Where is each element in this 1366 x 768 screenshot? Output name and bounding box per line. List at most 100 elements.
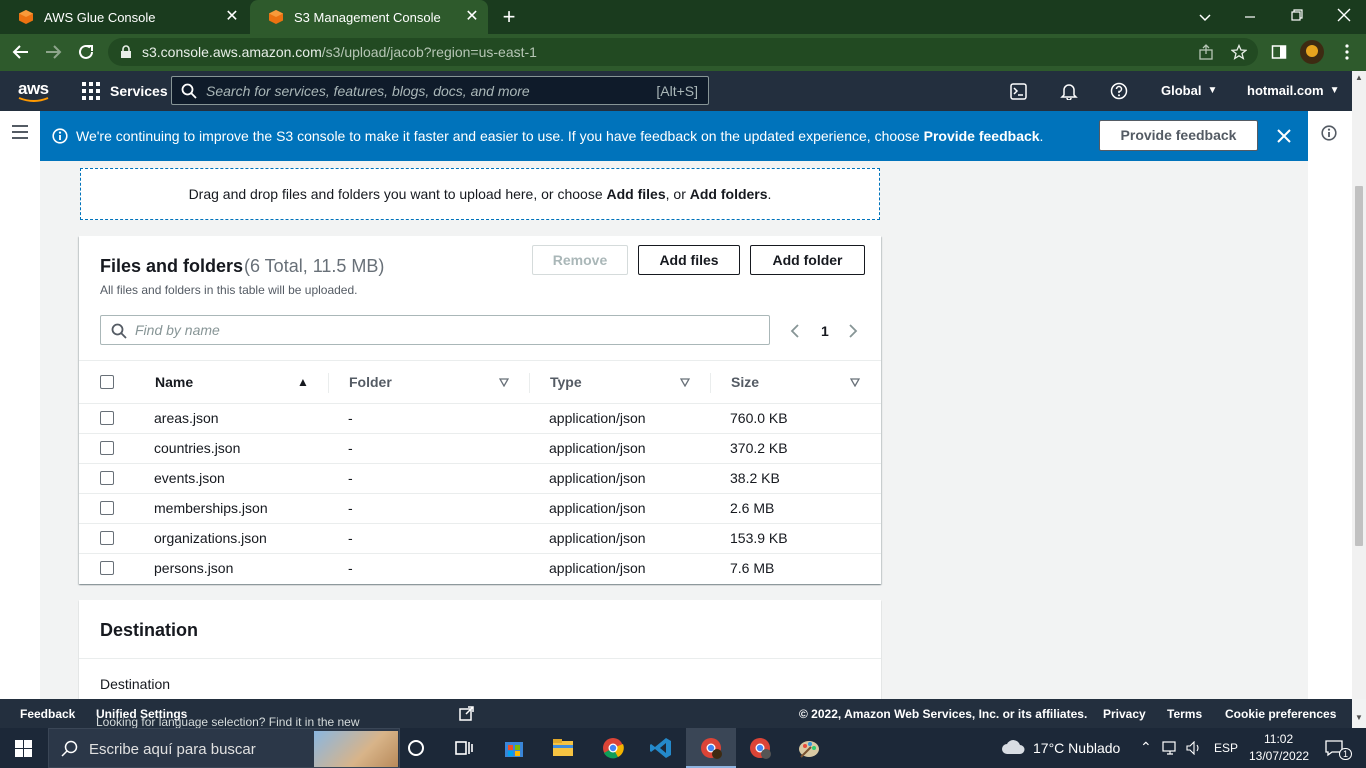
close-icon[interactable]: ✕	[464, 9, 480, 25]
weather-text[interactable]: 17°C Nublado	[1033, 740, 1120, 756]
language-text: Looking for language selection? Find it …	[96, 707, 360, 729]
external-link-icon[interactable]	[459, 706, 474, 721]
info-icon[interactable]	[1321, 125, 1337, 141]
table-row[interactable]: areas.json - application/json 760.0 KB	[79, 404, 881, 434]
hamburger-menu-icon[interactable]	[12, 125, 28, 139]
cortana-icon[interactable]	[404, 736, 428, 760]
column-header-type[interactable]: Type	[550, 374, 582, 390]
file-explorer-icon[interactable]	[551, 736, 575, 760]
scroll-up-icon[interactable]: ▲	[1355, 73, 1363, 82]
table-row[interactable]: persons.json - application/json 7.6 MB	[79, 554, 881, 584]
share-icon[interactable]	[1198, 44, 1214, 60]
chevron-down-icon[interactable]	[1198, 10, 1212, 24]
close-window-icon[interactable]	[1336, 7, 1352, 23]
row-checkbox[interactable]	[100, 441, 114, 455]
chrome-profile-icon	[701, 738, 722, 759]
cloud-weather-icon[interactable]	[1000, 738, 1026, 756]
side-panel-icon[interactable]	[1271, 44, 1287, 60]
add-folder-button[interactable]: Add folder	[750, 245, 865, 275]
chrome-icon[interactable]	[601, 736, 625, 760]
tab-aws-glue[interactable]: AWS Glue Console ✕	[0, 0, 248, 34]
page-scrollbar[interactable]: ▲ ▼	[1352, 71, 1366, 722]
network-icon[interactable]	[1162, 741, 1180, 755]
add-files-button[interactable]: Add files	[638, 245, 740, 275]
url-text: s3.console.aws.amazon.com/s3/upload/jaco…	[142, 44, 537, 60]
back-arrow-icon[interactable]	[12, 43, 30, 61]
bell-icon[interactable]	[1060, 82, 1078, 100]
find-by-name-input[interactable]: Find by name	[100, 315, 770, 345]
new-tab-button[interactable]: +	[498, 6, 520, 28]
services-menu[interactable]: Services	[82, 81, 168, 101]
current-page[interactable]: 1	[821, 323, 829, 339]
vscode-icon[interactable]	[649, 736, 673, 760]
paint-icon[interactable]	[797, 736, 821, 760]
profile-avatar[interactable]	[1300, 40, 1324, 64]
side-navigation	[0, 111, 40, 699]
row-checkbox[interactable]	[100, 531, 114, 545]
table-row[interactable]: memberships.json - application/json 2.6 …	[79, 494, 881, 524]
panel-description: All files and folders in this table will…	[100, 283, 358, 297]
table-row[interactable]: countries.json - application/json 370.2 …	[79, 434, 881, 464]
reload-icon[interactable]	[77, 43, 95, 61]
scroll-down-icon[interactable]: ▼	[1355, 713, 1363, 722]
close-icon[interactable]: ✕	[224, 9, 240, 25]
row-checkbox[interactable]	[100, 561, 114, 575]
cookie-preferences-link[interactable]: Cookie preferences	[1225, 707, 1336, 721]
star-icon[interactable]	[1231, 44, 1247, 60]
terms-link[interactable]: Terms	[1167, 707, 1202, 721]
input-language[interactable]: ESP	[1214, 741, 1238, 755]
more-vert-icon[interactable]	[1338, 43, 1356, 61]
dropzone-add-folders: Add folders	[689, 186, 768, 202]
upload-dropzone[interactable]: Drag and drop files and folders you want…	[80, 168, 880, 220]
sort-icon[interactable]	[499, 378, 509, 387]
destination-panel: Destination Destination	[79, 600, 881, 710]
minimize-icon[interactable]	[1243, 10, 1257, 24]
sort-icon[interactable]	[850, 378, 860, 387]
scrollbar-thumb[interactable]	[1355, 186, 1363, 546]
panel-count: (6 Total, 11.5 MB)	[244, 256, 385, 276]
account-menu[interactable]: hotmail.com ▼	[1247, 83, 1339, 98]
tab-s3-management[interactable]: S3 Management Console ✕	[250, 0, 488, 34]
region-selector[interactable]: Global ▼	[1161, 83, 1217, 98]
feedback-link[interactable]: Feedback	[20, 707, 75, 721]
row-checkbox[interactable]	[100, 471, 114, 485]
task-view-icon[interactable]	[452, 736, 476, 760]
provide-feedback-button[interactable]: Provide feedback	[1099, 120, 1258, 151]
table-row[interactable]: organizations.json - application/json 15…	[79, 524, 881, 554]
sort-ascending-icon[interactable]: ▲	[297, 375, 309, 389]
aws-logo[interactable]: aws	[18, 79, 50, 103]
column-header-name[interactable]: Name	[155, 374, 193, 390]
main-content: Drag and drop files and folders you want…	[40, 161, 1308, 710]
select-all-checkbox[interactable]	[100, 375, 114, 389]
taskbar-active-app[interactable]	[686, 728, 736, 768]
forward-arrow-icon[interactable]	[44, 43, 62, 61]
remove-button[interactable]: Remove	[532, 245, 628, 275]
file-type: application/json	[549, 410, 646, 426]
search-icon	[61, 740, 78, 757]
row-checkbox[interactable]	[100, 411, 114, 425]
clock-time[interactable]: 11:02	[1264, 732, 1293, 746]
sort-icon[interactable]	[680, 378, 690, 387]
address-bar[interactable]: s3.console.aws.amazon.com/s3/upload/jaco…	[108, 38, 1258, 66]
column-header-folder[interactable]: Folder	[349, 374, 392, 390]
lock-icon[interactable]	[120, 45, 132, 59]
volume-icon[interactable]	[1186, 741, 1202, 755]
chevron-right-icon[interactable]	[847, 323, 859, 339]
search-input[interactable]: Search for services, features, blogs, do…	[171, 76, 709, 105]
privacy-link[interactable]: Privacy	[1103, 707, 1146, 721]
chrome-profile-2-icon[interactable]	[748, 736, 772, 760]
chevron-up-icon[interactable]: ⌃	[1140, 739, 1152, 756]
table-row[interactable]: events.json - application/json 38.2 KB	[79, 464, 881, 494]
row-checkbox[interactable]	[100, 501, 114, 515]
windows-start-icon[interactable]	[15, 740, 32, 757]
cloudshell-icon[interactable]	[1010, 83, 1027, 100]
restore-icon[interactable]	[1290, 8, 1304, 22]
chevron-left-icon[interactable]	[789, 323, 801, 339]
microsoft-store-icon[interactable]	[502, 736, 526, 760]
column-header-size[interactable]: Size	[731, 374, 759, 390]
aws-service-icon	[19, 10, 33, 24]
close-icon[interactable]	[1277, 129, 1291, 143]
help-icon[interactable]	[1110, 82, 1128, 100]
taskbar-search[interactable]: Escribe aquí para buscar	[48, 728, 400, 768]
clock-date[interactable]: 13/07/2022	[1249, 749, 1309, 763]
